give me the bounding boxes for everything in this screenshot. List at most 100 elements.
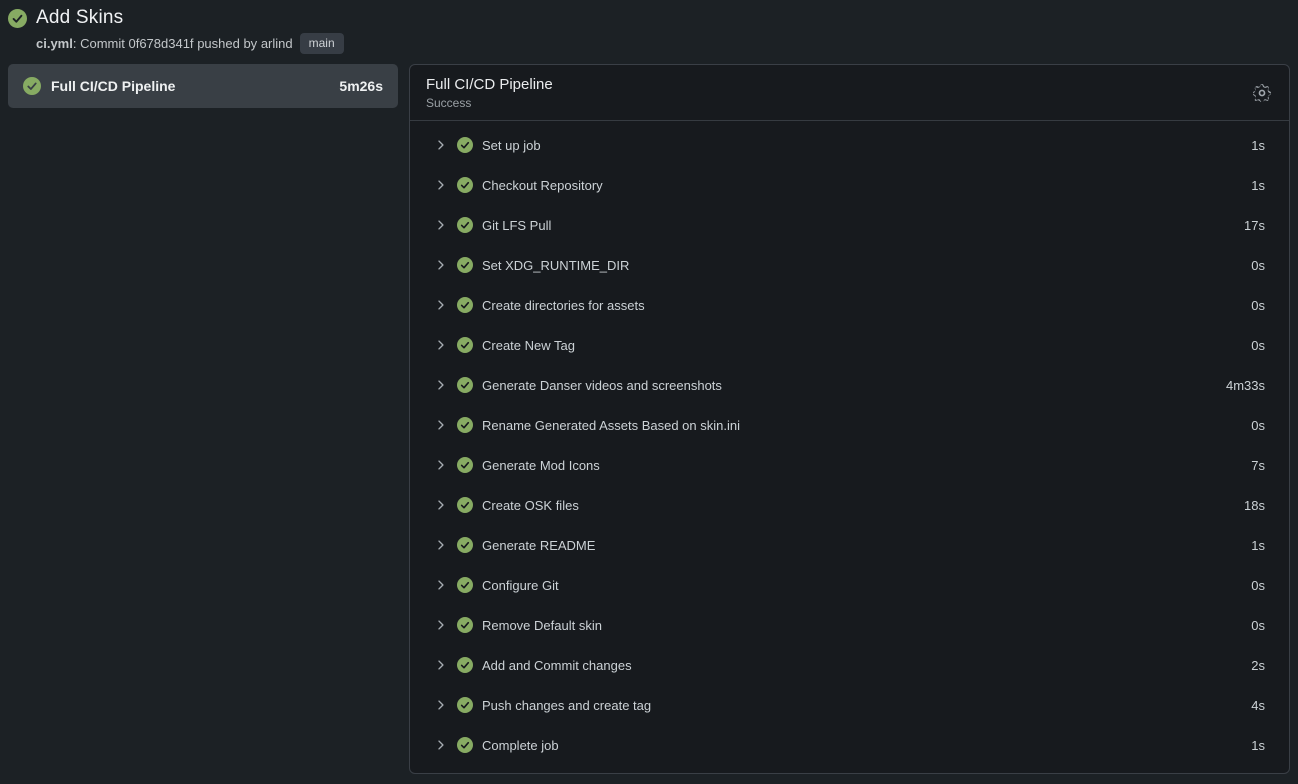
step-row[interactable]: Configure Git 0s	[410, 565, 1289, 605]
step-row[interactable]: Set up job 1s	[410, 125, 1289, 165]
chevron-right-icon[interactable]	[434, 258, 448, 272]
success-check-circle-icon	[457, 337, 473, 353]
success-check-circle-icon	[457, 457, 473, 473]
step-list: Set up job 1s Checkout Repository 1s	[410, 121, 1289, 769]
step-row[interactable]: Git LFS Pull 17s	[410, 205, 1289, 245]
step-duration: 1s	[1251, 538, 1265, 553]
step-row[interactable]: Add and Commit changes 2s	[410, 645, 1289, 685]
author-link[interactable]: arlind	[261, 36, 293, 51]
success-check-circle-icon	[23, 77, 41, 95]
step-row[interactable]: Rename Generated Assets Based on skin.in…	[410, 405, 1289, 445]
success-check-circle-icon	[457, 297, 473, 313]
step-name: Add and Commit changes	[482, 658, 1239, 673]
success-check-circle-icon	[457, 217, 473, 233]
success-check-circle-icon	[457, 577, 473, 593]
chevron-right-icon[interactable]	[434, 498, 448, 512]
step-name: Remove Default skin	[482, 618, 1239, 633]
step-duration: 0s	[1251, 338, 1265, 353]
step-duration: 18s	[1244, 498, 1265, 513]
chevron-right-icon[interactable]	[434, 138, 448, 152]
chevron-right-icon[interactable]	[434, 698, 448, 712]
run-header: Add Skins ci.yml: Commit 0f678d341f push…	[0, 0, 1298, 54]
commit-prefix: : Commit	[73, 36, 125, 51]
success-check-circle-icon	[457, 177, 473, 193]
job-list: Full CI/CD Pipeline 5m26s	[8, 64, 398, 108]
chevron-right-icon[interactable]	[434, 298, 448, 312]
step-name: Set up job	[482, 138, 1239, 153]
step-name: Push changes and create tag	[482, 698, 1239, 713]
success-check-circle-icon	[457, 737, 473, 753]
step-duration: 17s	[1244, 218, 1265, 233]
run-subtitle: ci.yml: Commit 0f678d341f pushed by arli…	[36, 33, 1290, 54]
step-duration: 1s	[1251, 138, 1265, 153]
step-row[interactable]: Generate Danser videos and screenshots 4…	[410, 365, 1289, 405]
step-name: Rename Generated Assets Based on skin.in…	[482, 418, 1239, 433]
step-row[interactable]: Create New Tag 0s	[410, 325, 1289, 365]
step-duration: 4m33s	[1226, 378, 1265, 393]
step-duration: 1s	[1251, 178, 1265, 193]
step-row[interactable]: Generate README 1s	[410, 525, 1289, 565]
chevron-right-icon[interactable]	[434, 338, 448, 352]
step-duration: 4s	[1251, 698, 1265, 713]
chevron-right-icon[interactable]	[434, 378, 448, 392]
success-check-circle-icon	[457, 497, 473, 513]
panel-job-title: Full CI/CD Pipeline	[426, 76, 1273, 93]
step-duration: 7s	[1251, 458, 1265, 473]
chevron-right-icon[interactable]	[434, 458, 448, 472]
step-name: Create New Tag	[482, 338, 1239, 353]
step-row[interactable]: Create directories for assets 0s	[410, 285, 1289, 325]
step-row[interactable]: Set XDG_RUNTIME_DIR 0s	[410, 245, 1289, 285]
success-check-circle-icon	[457, 657, 473, 673]
chevron-right-icon[interactable]	[434, 658, 448, 672]
success-check-circle-icon	[457, 137, 473, 153]
step-row[interactable]: Create OSK files 18s	[410, 485, 1289, 525]
step-duration: 0s	[1251, 418, 1265, 433]
step-row[interactable]: Checkout Repository 1s	[410, 165, 1289, 205]
step-duration: 0s	[1251, 258, 1265, 273]
step-duration: 0s	[1251, 578, 1265, 593]
panel-header: Full CI/CD Pipeline Success	[410, 65, 1289, 121]
step-name: Checkout Repository	[482, 178, 1239, 193]
success-check-circle-icon	[457, 697, 473, 713]
success-check-circle-icon	[457, 417, 473, 433]
step-name: Create OSK files	[482, 498, 1232, 513]
step-duration: 2s	[1251, 658, 1265, 673]
step-duration: 0s	[1251, 298, 1265, 313]
step-name: Create directories for assets	[482, 298, 1239, 313]
gear-icon[interactable]	[1252, 83, 1272, 103]
chevron-right-icon[interactable]	[434, 418, 448, 432]
job-card[interactable]: Full CI/CD Pipeline 5m26s	[8, 64, 398, 108]
step-duration: 0s	[1251, 618, 1265, 633]
branch-badge[interactable]: main	[300, 33, 344, 54]
step-row[interactable]: Push changes and create tag 4s	[410, 685, 1289, 725]
step-name: Configure Git	[482, 578, 1239, 593]
commit-sha-link[interactable]: 0f678d341f	[128, 36, 193, 51]
pushed-by-text: pushed by	[197, 36, 257, 51]
run-detail-panel: Full CI/CD Pipeline Success Set up job 1…	[409, 64, 1290, 774]
chevron-right-icon[interactable]	[434, 178, 448, 192]
chevron-right-icon[interactable]	[434, 738, 448, 752]
success-check-circle-icon	[457, 257, 473, 273]
step-name: Set XDG_RUNTIME_DIR	[482, 258, 1239, 273]
step-name: Generate Danser videos and screenshots	[482, 378, 1214, 393]
chevron-right-icon[interactable]	[434, 618, 448, 632]
chevron-right-icon[interactable]	[434, 218, 448, 232]
success-check-circle-icon	[457, 617, 473, 633]
job-name: Full CI/CD Pipeline	[51, 78, 329, 94]
success-check-circle-icon	[457, 377, 473, 393]
step-name: Generate Mod Icons	[482, 458, 1239, 473]
success-check-circle-icon	[8, 9, 27, 28]
step-row[interactable]: Complete job 1s	[410, 725, 1289, 765]
job-duration: 5m26s	[339, 78, 383, 94]
step-row[interactable]: Remove Default skin 0s	[410, 605, 1289, 645]
workflow-file: ci.yml	[36, 36, 73, 51]
chevron-right-icon[interactable]	[434, 538, 448, 552]
chevron-right-icon[interactable]	[434, 578, 448, 592]
panel-status-text: Success	[426, 96, 1273, 110]
step-name: Git LFS Pull	[482, 218, 1232, 233]
step-duration: 1s	[1251, 738, 1265, 753]
run-title: Add Skins	[36, 7, 123, 29]
step-name: Generate README	[482, 538, 1239, 553]
success-check-circle-icon	[457, 537, 473, 553]
step-row[interactable]: Generate Mod Icons 7s	[410, 445, 1289, 485]
